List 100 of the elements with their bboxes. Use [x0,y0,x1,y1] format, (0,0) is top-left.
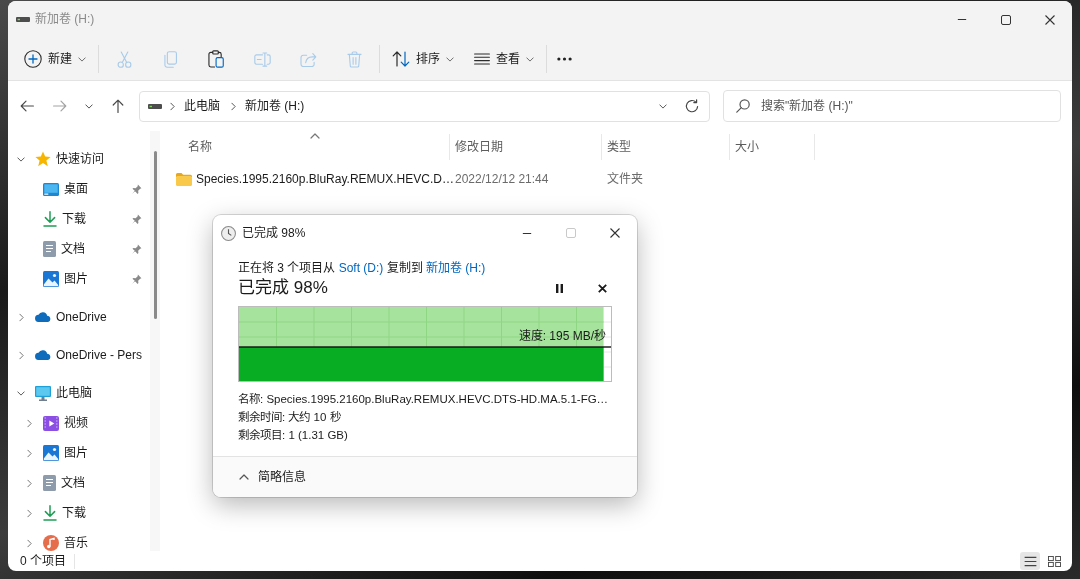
sidebar-item[interactable]: 视频 [43,415,88,431]
star-icon [35,151,51,167]
minimize-icon [957,19,967,20]
sidebar-item[interactable]: 图片 [43,271,88,287]
search-icon [736,99,750,113]
sort-arrows-icon [392,51,410,67]
ellipsis-icon [557,57,572,61]
pin-icon[interactable] [131,213,142,225]
column-header[interactable]: 名称 [170,134,450,160]
sidebar-item[interactable]: 快速访问 [35,151,104,167]
cloud-icon [35,312,51,322]
chevron-right-icon[interactable] [26,478,32,488]
sidebar-item[interactable]: 文档 [43,475,85,491]
chevron-up-icon [239,474,249,480]
column-header[interactable]: 大小 [730,134,815,160]
details-view-button[interactable] [1020,552,1040,570]
picture-icon [43,271,59,287]
arrow-left-icon [20,100,34,112]
drive-icon [16,17,30,22]
sidebar-item[interactable]: 文档 [43,241,85,257]
date-modified-cell-text: 2022/12/12 21:44 [454,171,550,187]
arrow-right-icon [53,100,67,112]
chevron-right-icon[interactable] [26,508,32,518]
scrollbar-thumb[interactable] [153,151,157,319]
sidebar-item[interactable]: OneDrive [35,309,107,325]
new-button[interactable]: 新建 [16,43,94,75]
chevron-right-icon [231,101,236,111]
chevron-right-icon[interactable] [26,448,32,458]
list-view-icon [1023,555,1037,567]
chevron-down-icon [446,56,454,62]
close-icon [610,228,620,238]
sidebar-item[interactable]: 下载 [43,505,86,521]
chevron-down-icon[interactable] [659,103,667,109]
transfer-detail: 剩余时间: 大约 10 秒 [238,410,341,425]
document-icon [43,241,56,257]
cloud-icon [35,350,51,360]
sidebar-item[interactable]: 音乐 [43,535,88,551]
download-icon [43,505,57,521]
maximize-icon [1001,14,1011,25]
trash-icon [346,50,362,68]
monitor-icon [35,385,51,401]
copy-description: 正在将 3 个项目从 Soft (D:) 复制到 新加卷 (H:) [238,260,487,277]
transfer-detail: 剩余项目: 1 (1.31 GB) [238,428,348,443]
view-button[interactable]: 查看 [466,43,542,75]
sidebar-item[interactable]: 下载 [43,211,86,227]
share-icon [299,51,317,67]
location-link[interactable]: 新加卷 (H:) [426,261,486,275]
chevron-right-icon[interactable] [18,312,24,322]
column-header[interactable]: 类型 [602,134,730,160]
pin-icon[interactable] [131,243,142,255]
sidebar-item[interactable]: 桌面 [43,181,88,197]
video-icon [43,415,59,431]
chevron-right-icon [170,101,175,111]
window-title: 新加卷 (H:) [35,12,95,27]
grid-view-icon [1047,555,1061,567]
document-icon [43,475,56,491]
download-icon [43,211,57,227]
location-link[interactable]: Soft (D:) [338,261,384,275]
speed-label: 速度: 195 MB/秒 [518,329,606,344]
scissors-icon [116,50,132,68]
copy-icon [163,50,177,68]
breadcrumb-item[interactable]: 新加卷 (H:) [242,98,308,114]
arrow-up-icon [112,99,124,113]
pin-icon[interactable] [131,273,142,285]
picture-icon [43,445,59,461]
sidebar-item[interactable]: 此电脑 [35,385,92,401]
pause-icon [555,283,563,293]
refresh-icon[interactable] [685,99,699,113]
dialog-title: 已完成 98% [242,225,306,241]
item-count: 0 个项目 [20,553,75,569]
maximize-icon [566,228,576,238]
close-icon [597,283,607,293]
fewer-details-button[interactable]: 简略信息 [239,469,306,485]
sidebar-item[interactable]: OneDrive - Pers [35,347,143,363]
close-icon [1045,14,1055,25]
address-bar[interactable]: 此电脑 新加卷 (H:) [139,90,710,122]
lines-icon [474,53,490,65]
chevron-right-icon[interactable] [26,538,32,548]
pin-icon[interactable] [131,183,142,195]
clock-icon [221,225,236,241]
sort-button[interactable]: 排序 [384,43,462,75]
chevron-down-icon [526,56,534,62]
search-field[interactable]: 搜索"新加卷 (H:)" [723,90,1061,122]
text-cursor-icon [253,51,271,67]
clipboard-icon [208,50,224,68]
drive-icon [148,103,162,109]
chevron-down-icon [85,103,93,109]
progress-status: 已完成 98% [238,277,328,299]
chevron-right-icon[interactable] [18,350,24,360]
music-icon [43,535,59,551]
breadcrumb-item[interactable]: 此电脑 [181,98,223,114]
sidebar-item[interactable]: 图片 [43,445,88,461]
chevron-down-icon[interactable] [17,390,25,396]
chevron-down-icon [78,56,86,62]
column-header[interactable]: 修改日期 [450,134,602,160]
chevron-down-icon[interactable] [17,156,25,162]
desktop-icon [43,182,59,196]
sort-caret-icon [309,133,320,139]
chevron-right-icon[interactable] [26,418,32,428]
minimize-icon [522,232,532,234]
